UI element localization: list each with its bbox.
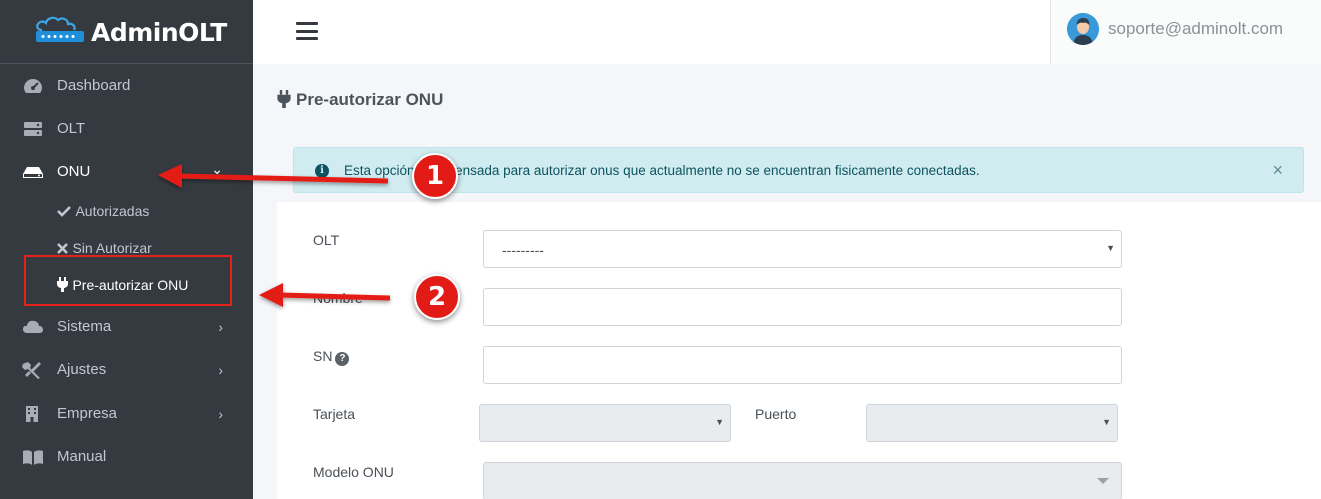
info-circle-icon: i (315, 164, 329, 178)
tachometer-icon (24, 79, 42, 93)
close-icon[interactable]: × (1272, 160, 1283, 181)
sidebar: AdminOLT Dashboard OLT ONU ⌄ Autorizadas… (0, 0, 253, 499)
tools-icon (22, 362, 41, 379)
nombre-input[interactable] (483, 288, 1122, 326)
router-cloud-icon (36, 16, 84, 42)
callout-badge-1: 1 (412, 153, 458, 199)
chevron-right-icon: › (218, 319, 223, 335)
building-icon (26, 406, 38, 422)
caret-down-icon: ▼ (1102, 417, 1111, 427)
sidebar-item-empresa[interactable]: Empresa › (0, 394, 253, 434)
sn-label: SN? (313, 348, 350, 366)
modelo-onu-select[interactable] (483, 462, 1122, 499)
sidebar-item-label: OLT (57, 120, 86, 137)
sidebar-subitem-label: Sin Autorizar (72, 240, 152, 256)
sidebar-item-label: Sistema (57, 318, 112, 335)
check-icon (57, 206, 71, 217)
avatar (1067, 13, 1099, 45)
book-icon (23, 450, 43, 465)
hamburger-icon[interactable] (296, 22, 318, 40)
sidebar-subitem-label: Autorizadas (75, 203, 150, 219)
puerto-select[interactable]: ▼ (866, 404, 1118, 442)
brand[interactable]: AdminOLT (0, 0, 253, 64)
olt-select-value: --------- (502, 242, 544, 258)
caret-down-icon (1097, 478, 1109, 484)
sidebar-subitem-autorizadas[interactable]: Autorizadas (57, 203, 149, 229)
sidebar-item-label: Manual (57, 448, 107, 465)
highlight-box (24, 255, 232, 306)
modelo-onu-label: Modelo ONU (313, 464, 394, 480)
sidebar-item-label: ONU (57, 163, 91, 180)
sidebar-item-onu[interactable]: ONU ⌄ (0, 152, 253, 192)
sidebar-item-olt[interactable]: OLT (0, 109, 253, 149)
sn-input[interactable] (483, 346, 1122, 384)
question-circle-icon[interactable]: ? (335, 352, 350, 366)
user-email: soporte@adminolt.com (1108, 19, 1284, 38)
sidebar-item-dashboard[interactable]: Dashboard (0, 66, 253, 106)
brand-name: AdminOLT (91, 18, 227, 47)
sn-label-text: SN (313, 348, 333, 364)
server-icon (24, 122, 42, 136)
sidebar-item-label: Dashboard (57, 77, 131, 94)
sidebar-item-label: Ajustes (57, 361, 107, 378)
caret-down-icon: ▼ (1106, 243, 1115, 253)
nombre-label: Nombre (313, 290, 363, 306)
topbar: soporte@adminolt.com (253, 0, 1321, 64)
olt-label: OLT (313, 232, 340, 248)
caret-down-icon: ▼ (715, 417, 724, 427)
tarjeta-select[interactable]: ▼ (479, 404, 731, 442)
chevron-down-icon: ⌄ (211, 161, 223, 177)
chevron-right-icon: › (218, 362, 223, 378)
cloud-icon (23, 320, 43, 333)
page-title: Pre-autorizar ONU (277, 90, 443, 110)
user-menu[interactable]: soporte@adminolt.com (1050, 0, 1321, 64)
tarjeta-label: Tarjeta (313, 406, 356, 422)
callout-badge-2: 2 (414, 274, 460, 320)
sidebar-item-sistema[interactable]: Sistema › (0, 307, 253, 347)
sidebar-item-ajustes[interactable]: Ajustes › (0, 350, 253, 390)
times-icon (57, 243, 68, 254)
chevron-right-icon: › (218, 406, 223, 422)
olt-select[interactable]: --------- ▼ (483, 230, 1122, 268)
puerto-label: Puerto (755, 406, 797, 422)
hdd-icon (23, 167, 43, 178)
page-title-text: Pre-autorizar ONU (296, 90, 444, 109)
plug-icon (277, 90, 291, 108)
sidebar-item-manual[interactable]: Manual (0, 437, 253, 477)
sidebar-item-label: Empresa (57, 405, 118, 422)
